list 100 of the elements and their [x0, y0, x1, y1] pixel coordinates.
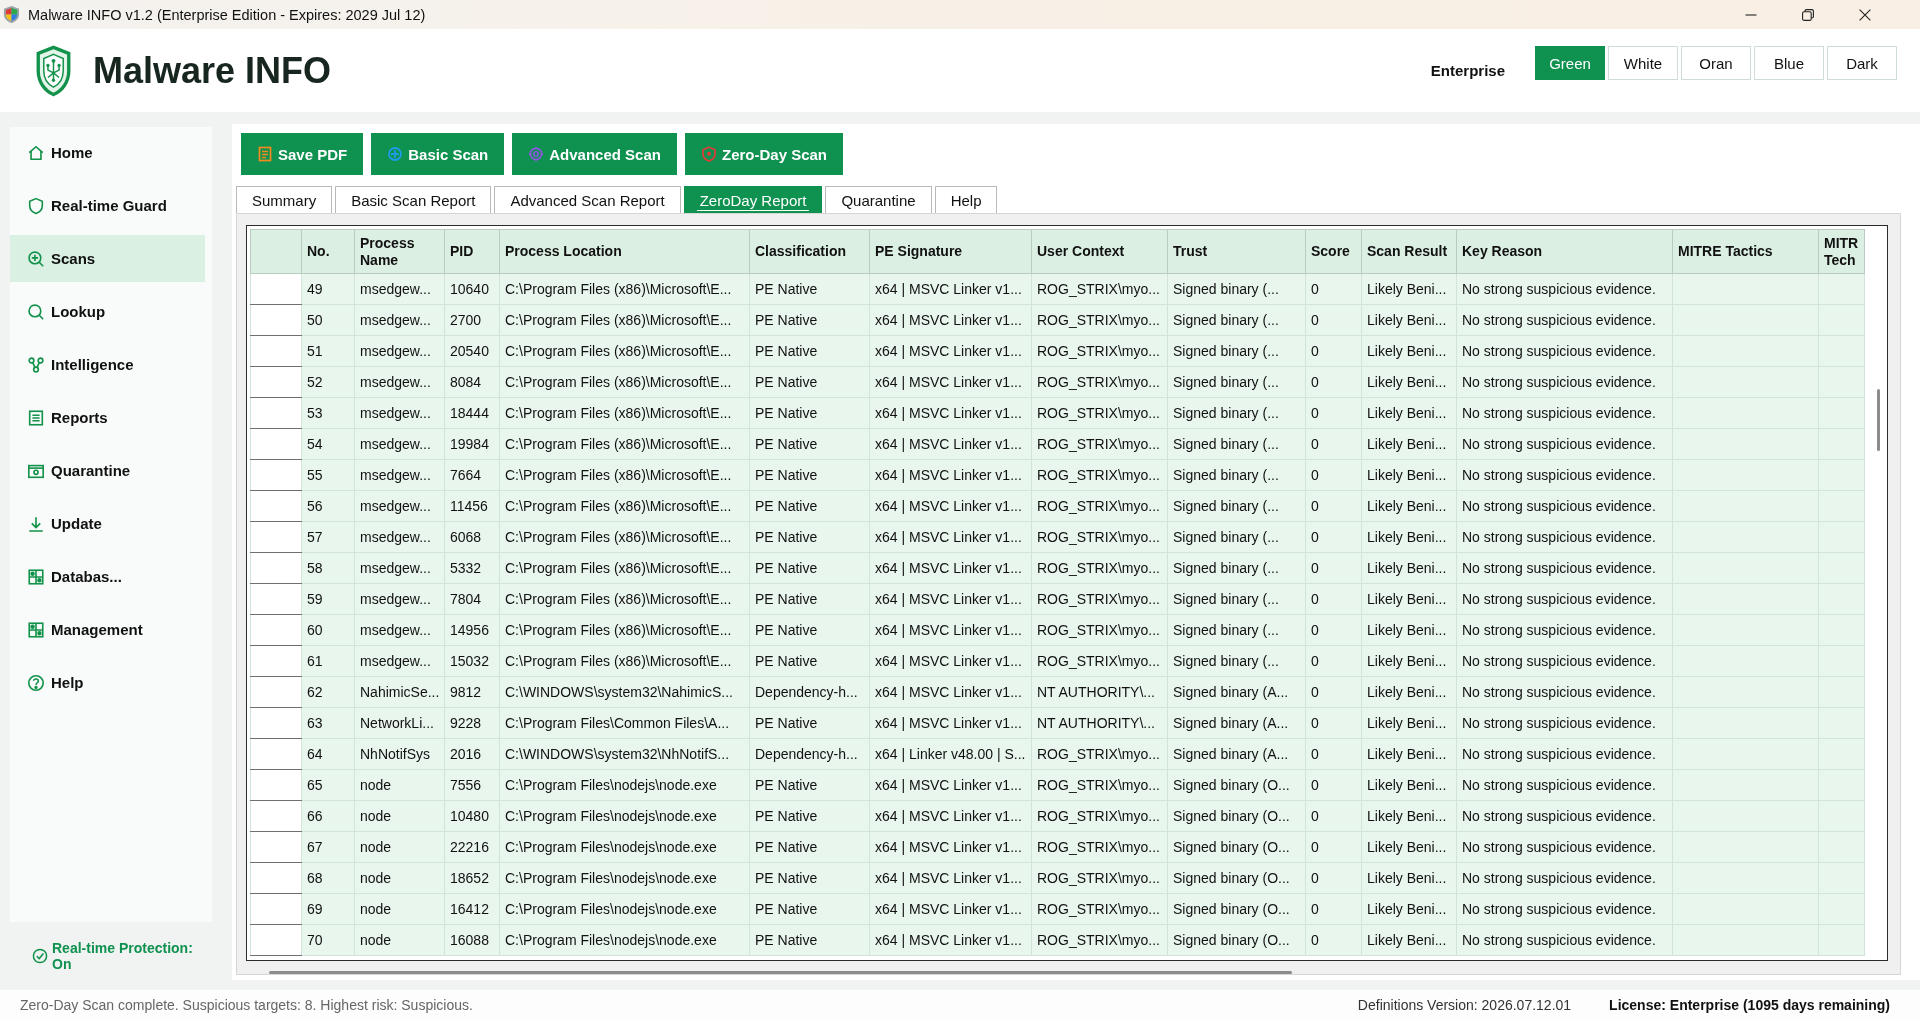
row-header[interactable]: [250, 273, 302, 305]
theme-button[interactable]: Blue: [1754, 46, 1824, 80]
sidebar-item[interactable]: Home: [10, 129, 205, 176]
row-header[interactable]: [250, 645, 302, 677]
save-pdf-button[interactable]: Save PDF: [241, 133, 364, 175]
row-header[interactable]: [250, 397, 302, 429]
column-header[interactable]: Trust: [1167, 229, 1306, 274]
table-cell: 0: [1305, 769, 1362, 801]
row-header[interactable]: [250, 893, 302, 925]
table-cell: No strong suspicious evidence.: [1456, 645, 1673, 677]
row-header[interactable]: [250, 583, 302, 615]
row-header[interactable]: [250, 614, 302, 646]
table-cell: 0: [1305, 738, 1362, 770]
sidebar-item[interactable]: Management: [10, 606, 205, 653]
row-header[interactable]: [250, 366, 302, 398]
sidebar-item[interactable]: Intelligence: [10, 341, 205, 388]
sidebar-item[interactable]: Databas...: [10, 553, 205, 600]
row-header[interactable]: [250, 428, 302, 460]
close-icon[interactable]: [1858, 8, 1871, 21]
row-header[interactable]: [250, 769, 302, 801]
row-header[interactable]: [250, 676, 302, 708]
horizontal-scrollbar[interactable]: [269, 971, 1292, 974]
table-cell: 10640: [444, 273, 500, 305]
theme-button[interactable]: Oran: [1681, 46, 1751, 80]
tab[interactable]: Quarantine: [825, 186, 932, 213]
home-icon: [27, 143, 45, 162]
table-cell: Signed binary (...: [1167, 459, 1306, 491]
column-header[interactable]: Process Location: [499, 229, 750, 274]
table-cell: 20540: [444, 335, 500, 367]
table-cell: C:\Program Files (x86)\Microsoft\E...: [499, 304, 750, 336]
table-cell: msedgew...: [354, 490, 445, 522]
sidebar-item[interactable]: Lookup: [10, 288, 205, 335]
table-cell: Signed binary (...: [1167, 335, 1306, 367]
row-header[interactable]: [250, 831, 302, 863]
theme-button[interactable]: Green: [1535, 46, 1605, 80]
row-header[interactable]: [250, 800, 302, 832]
table-cell: Likely Beni...: [1361, 676, 1457, 708]
table-cell: 2016: [444, 738, 500, 770]
table-cell: 55: [301, 459, 355, 491]
row-header[interactable]: [250, 552, 302, 584]
row-header[interactable]: [250, 707, 302, 739]
column-header[interactable]: No.: [301, 229, 355, 274]
tab[interactable]: Summary: [236, 186, 333, 213]
column-header[interactable]: Process Name: [354, 229, 445, 274]
basic-scan-button[interactable]: Basic Scan: [371, 133, 505, 175]
tab[interactable]: ZeroDay Report: [683, 186, 823, 213]
table-cell: Signed binary (O...: [1167, 924, 1306, 956]
vertical-scrollbar[interactable]: [1877, 389, 1880, 451]
table-cell: x64 | MSVC Linker v1...: [869, 428, 1032, 460]
table-cell: Signed binary (A...: [1167, 738, 1306, 770]
tab[interactable]: Help: [934, 186, 998, 213]
table-cell: Likely Beni...: [1361, 459, 1457, 491]
row-header[interactable]: [250, 924, 302, 956]
column-header[interactable]: Scan Result: [1361, 229, 1457, 274]
sidebar-item[interactable]: Quarantine: [10, 447, 205, 494]
app-name: Malware INFO: [93, 49, 332, 92]
table-cell: C:\Program Files\nodejs\node.exe: [499, 800, 750, 832]
zero-day-scan-button[interactable]: Zero-Day Scan: [684, 133, 843, 175]
table-cell: ROG_STRIX\myo...: [1031, 304, 1168, 336]
table-cell: ROG_STRIX\myo...: [1031, 273, 1168, 305]
table-cell: ROG_STRIX\myo...: [1031, 614, 1168, 646]
row-header[interactable]: [250, 862, 302, 894]
table-cell: 63: [301, 707, 355, 739]
table-cell: Signed binary (...: [1167, 521, 1306, 553]
table-cell: C:\Program Files\nodejs\node.exe: [499, 924, 750, 956]
column-header[interactable]: MITRE Tactics: [1672, 229, 1819, 274]
table-cell: Signed binary (O...: [1167, 831, 1306, 863]
column-header[interactable]: User Context: [1031, 229, 1168, 274]
column-header[interactable]: Key Reason: [1456, 229, 1673, 274]
table-cell: C:\Program Files (x86)\Microsoft\E...: [499, 614, 750, 646]
row-header[interactable]: [250, 459, 302, 491]
row-header[interactable]: [250, 304, 302, 336]
table-cell: 56: [301, 490, 355, 522]
sidebar-item[interactable]: Scans: [10, 235, 205, 282]
column-header[interactable]: PE Signature: [869, 229, 1032, 274]
column-header[interactable]: Classification: [749, 229, 870, 274]
row-header[interactable]: [250, 521, 302, 553]
row-header[interactable]: [250, 335, 302, 367]
table-cell: x64 | MSVC Linker v1...: [869, 862, 1032, 894]
tab[interactable]: Advanced Scan Report: [494, 186, 681, 213]
sidebar-item[interactable]: Help: [10, 659, 205, 706]
column-header[interactable]: PID: [444, 229, 500, 274]
sidebar-item[interactable]: Real-time Guard: [10, 182, 205, 229]
tab[interactable]: Basic Scan Report: [335, 186, 492, 213]
restore-icon[interactable]: [1801, 8, 1814, 21]
theme-button[interactable]: White: [1608, 46, 1678, 80]
table-cell: NahimicSe...: [354, 676, 445, 708]
row-header[interactable]: [250, 738, 302, 770]
table-cell: 0: [1305, 459, 1362, 491]
table-cell: No strong suspicious evidence.: [1456, 273, 1673, 305]
sidebar-item[interactable]: Reports: [10, 394, 205, 441]
column-header[interactable]: Score: [1305, 229, 1362, 274]
row-header[interactable]: [250, 490, 302, 522]
advanced-scan-button[interactable]: Advanced Scan: [512, 133, 677, 175]
table-cell: 0: [1305, 676, 1362, 708]
column-header[interactable]: MITR Tech: [1818, 229, 1865, 274]
table-cell: No strong suspicious evidence.: [1456, 490, 1673, 522]
table-cell: C:\Program Files (x86)\Microsoft\E...: [499, 428, 750, 460]
theme-button[interactable]: Dark: [1827, 46, 1897, 80]
sidebar-item[interactable]: Update: [10, 500, 205, 547]
